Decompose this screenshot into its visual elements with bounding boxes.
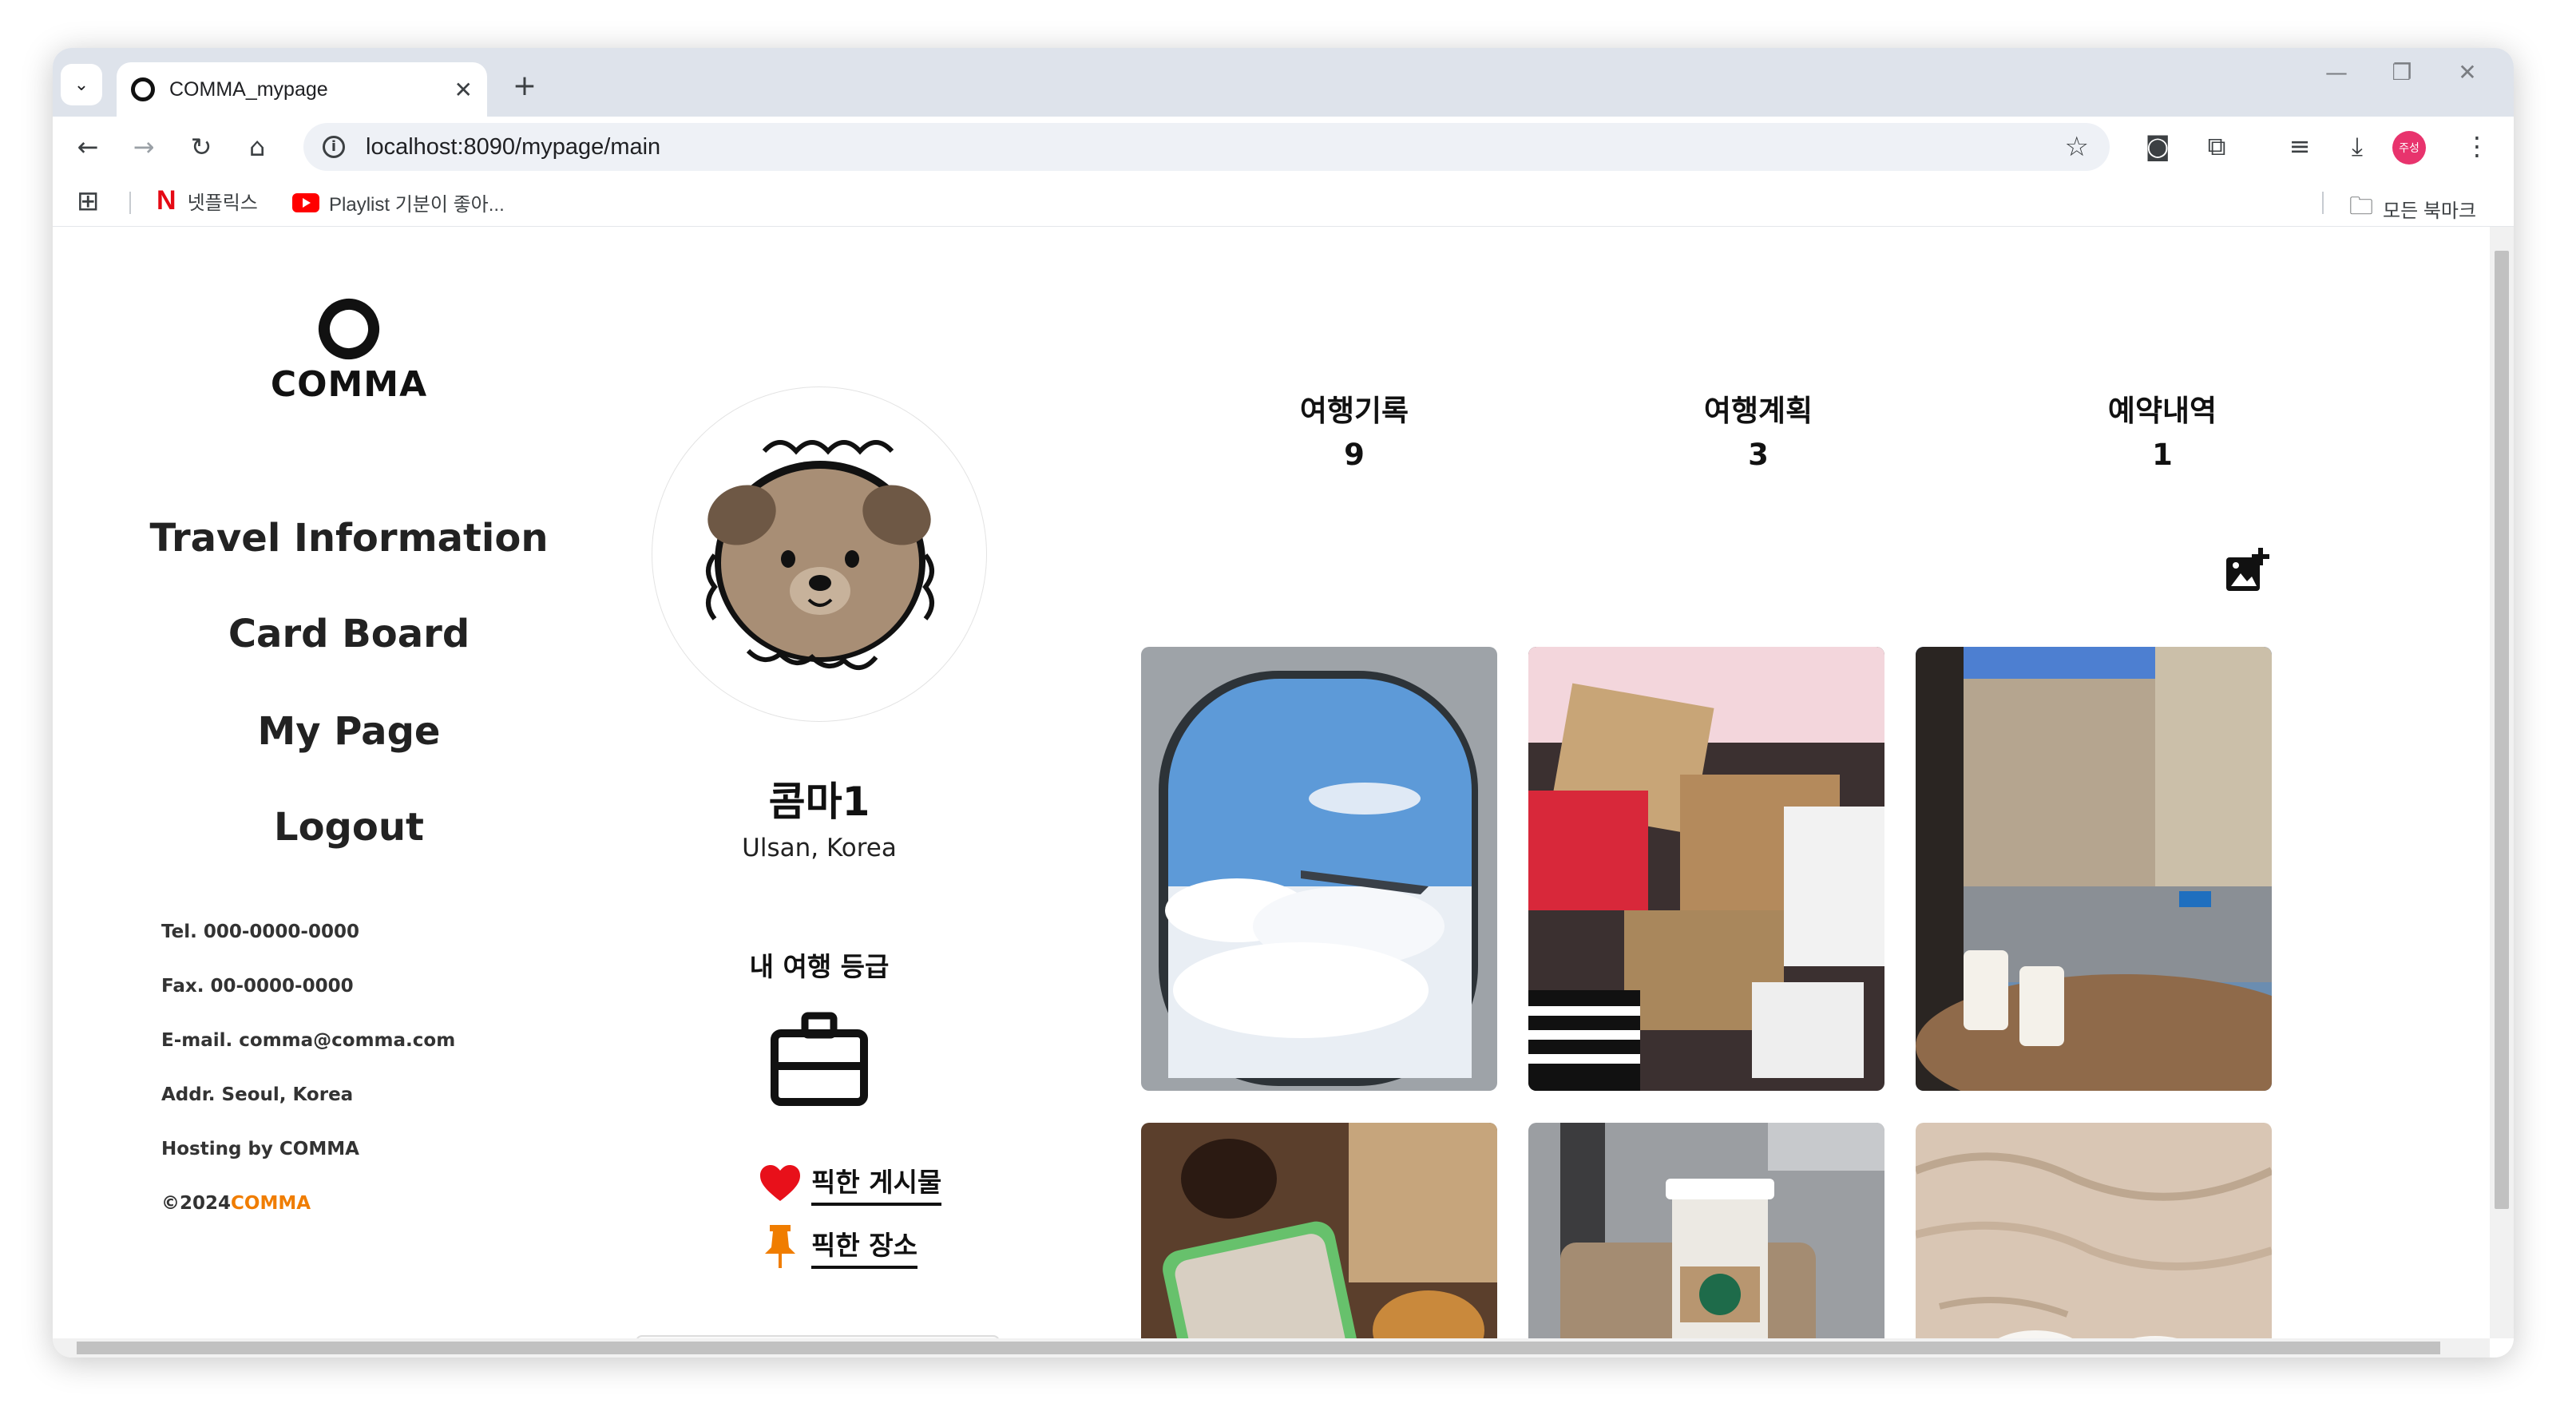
stat-value: 3 — [1748, 438, 1769, 472]
profile-picture[interactable] — [652, 386, 987, 722]
browser-toolbar: ← → ↻ ⌂ i localhost:8090/mypage/main ☆ ◙… — [53, 117, 2514, 177]
add-photo-icon[interactable] — [2223, 546, 2271, 594]
pin-icon — [765, 1225, 795, 1268]
reload-button[interactable]: ↻ — [182, 129, 220, 164]
profile-username: 콤마1 — [768, 779, 870, 825]
footer-address: Addr. Seoul, Korea — [161, 1084, 354, 1105]
back-button[interactable]: ← — [69, 129, 107, 164]
briefcase-icon — [770, 1009, 869, 1108]
bookmark-star-icon[interactable]: ☆ — [2065, 131, 2089, 163]
photo-food-phone[interactable] — [1141, 1123, 1497, 1338]
tab-strip: ⌄ COMMA_mypage ✕ + — ❐ ✕ — [53, 48, 2514, 117]
close-tab-icon[interactable]: ✕ — [454, 77, 473, 103]
stat-travel-records[interactable]: 여행기록 9 — [1250, 386, 1458, 472]
copyright-brand: COMMA — [231, 1193, 311, 1214]
netflix-icon: N — [157, 185, 176, 216]
active-tab[interactable]: COMMA_mypage ✕ — [117, 62, 487, 117]
photo-shopping-bags[interactable] — [1528, 647, 1884, 1091]
picked-places-link[interactable]: 픽한 장소 — [759, 1223, 917, 1270]
tab-search-button[interactable]: ⌄ — [61, 64, 102, 105]
copyright-year: ©2024 — [161, 1193, 232, 1214]
bookmarks-bar: ⊞ N 넷플릭스 Playlist 기분이 좋아... 🗀 모든 북마크 — [53, 177, 2514, 227]
media-queue-icon[interactable]: ≡ — [2281, 131, 2319, 161]
picked-posts-label: 픽한 게시물 — [811, 1161, 942, 1206]
stat-value: 1 — [2152, 438, 2173, 472]
scroll-thumb[interactable] — [77, 1342, 2440, 1354]
browser-window: ⌄ COMMA_mypage ✕ + — ❐ ✕ ← → ↻ ⌂ i local… — [53, 48, 2514, 1358]
chevron-down-icon: ⌄ — [73, 74, 89, 95]
bear-avatar-icon — [706, 440, 934, 670]
footer-tel: Tel. 000-0000-0000 — [161, 922, 359, 942]
all-bookmarks-button[interactable]: 🗀 모든 북마크 — [2349, 188, 2476, 229]
footer-fax: Fax. 00-0000-0000 — [161, 976, 354, 997]
bookmark-separator — [129, 192, 131, 214]
footer-hosting: Hosting by COMMA — [161, 1139, 359, 1159]
folder-icon: 🗀 — [2349, 193, 2373, 220]
scroll-thumb[interactable] — [2495, 251, 2509, 1209]
home-button[interactable]: ⌂ — [238, 129, 276, 164]
tab-title: COMMA_mypage — [169, 77, 328, 101]
new-tab-button[interactable]: + — [505, 65, 545, 105]
comma-logo-icon — [310, 290, 388, 368]
site-logo[interactable]: COMMA — [225, 290, 473, 405]
footer-email: E-mail. comma@comma.com — [161, 1030, 456, 1051]
page-viewport: COMMA Travel Information Card Board My P… — [53, 227, 2490, 1338]
nav-card-board[interactable]: Card Board — [145, 612, 553, 656]
apps-grid-icon[interactable]: ⊞ — [77, 185, 100, 217]
bookmark-playlist[interactable]: Playlist 기분이 좋아... — [292, 188, 505, 216]
close-window-button[interactable]: ✕ — [2443, 59, 2491, 85]
profile-location: Ulsan, Korea — [742, 834, 897, 862]
stat-travel-plans[interactable]: 여행계획 3 — [1655, 386, 1862, 472]
site-info-icon[interactable]: i — [323, 136, 345, 158]
url-text: localhost:8090/mypage/main — [366, 133, 661, 160]
extensions-icon[interactable]: ⧉ — [2198, 131, 2236, 162]
stat-value: 9 — [1344, 438, 1365, 472]
nav-my-page[interactable]: My Page — [145, 709, 553, 754]
photo-airplane-window[interactable] — [1141, 647, 1497, 1091]
forward-button[interactable]: → — [125, 129, 163, 164]
nav-logout[interactable]: Logout — [145, 805, 553, 850]
comma-favicon-icon — [131, 77, 155, 101]
minimize-button[interactable]: — — [2312, 59, 2360, 85]
bookmark-netflix[interactable]: N 넷플릭스 — [157, 185, 258, 216]
all-bookmarks-label: 모든 북마크 — [2383, 200, 2477, 222]
horizontal-scrollbar[interactable] — [53, 1338, 2490, 1358]
bookmark-label: 넷플릭스 — [187, 192, 258, 214]
stat-label: 여행기록 — [1299, 394, 1409, 428]
stat-label: 예약내역 — [2107, 394, 2217, 428]
vertical-scrollbar[interactable] — [2490, 227, 2514, 1338]
profile-avatar[interactable]: 주성 — [2392, 131, 2426, 164]
picked-places-label: 픽한 장소 — [811, 1224, 917, 1269]
footer-copyright: ©2024COMMA — [161, 1193, 311, 1214]
picked-posts-link[interactable]: 픽한 게시물 — [759, 1161, 942, 1206]
address-bar[interactable]: i localhost:8090/mypage/main ☆ — [303, 123, 2110, 171]
heart-icon — [760, 1165, 800, 1201]
travel-grade-title: 내 여행 등급 — [749, 951, 890, 982]
photo-beach-sand[interactable] — [1916, 1123, 2272, 1338]
bookmark-label: Playlist 기분이 좋아... — [329, 194, 505, 216]
plus-icon: + — [512, 69, 537, 102]
brand-name: COMMA — [270, 364, 428, 405]
download-icon[interactable]: ⤓ — [2338, 131, 2376, 162]
photo-luggage-coffee[interactable] — [1528, 1123, 1884, 1338]
stat-reservations[interactable]: 예약내역 1 — [2059, 386, 2266, 472]
youtube-icon — [292, 192, 319, 212]
kebab-menu-icon[interactable]: ⋮ — [2458, 131, 2496, 161]
photo-cafe-street[interactable] — [1916, 647, 2272, 1091]
restore-button[interactable]: ❐ — [2378, 59, 2426, 85]
stat-label: 여행계획 — [1703, 394, 1813, 428]
bookmark-separator — [2322, 192, 2324, 214]
nav-travel-information[interactable]: Travel Information — [145, 516, 553, 561]
camera-icon[interactable]: ◙ — [2138, 131, 2177, 161]
